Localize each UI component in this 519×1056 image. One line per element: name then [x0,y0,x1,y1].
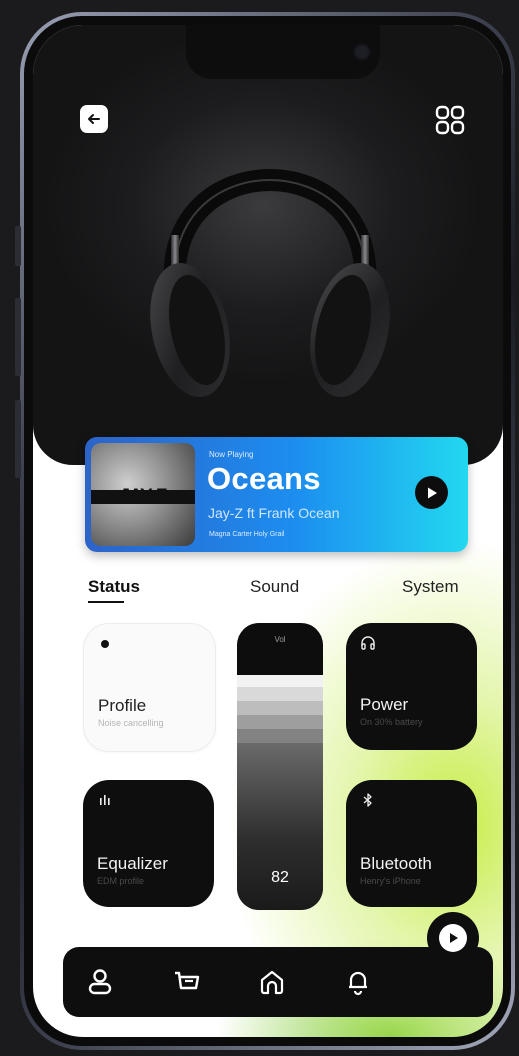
app-screen: JAY-Z Now Playing Oceans Jay-Z ft Frank … [33,25,503,1037]
now-playing-label: Now Playing [209,450,254,459]
profile-subtitle: Noise cancelling [98,718,164,728]
floating-play-button[interactable] [427,912,479,964]
side-button-mute [15,226,21,266]
tab-system[interactable]: System [402,577,459,597]
grid-menu-icon[interactable] [435,105,465,135]
play-icon [427,487,437,498]
equalizer-title: Equalizer [97,854,168,873]
song-title: Oceans [207,461,321,496]
profile-title: Profile [98,696,147,715]
equalizer-tile[interactable]: Equalizer EDM profile [83,780,214,907]
user-icon[interactable] [85,967,115,997]
power-title: Power [360,695,409,714]
bluetooth-tile[interactable]: Bluetooth Henry's iPhone [346,780,477,907]
volume-label: Vol [274,635,286,644]
bell-icon[interactable] [343,967,373,997]
radio-dot-icon [101,640,109,648]
now-playing-card[interactable]: JAY-Z Now Playing Oceans Jay-Z ft Frank … [85,437,468,552]
arrow-left-icon [88,114,100,124]
back-button[interactable] [80,105,108,133]
equalizer-subtitle: EDM profile [97,876,145,886]
artist-name: Jay-Z ft Frank Ocean [208,505,340,521]
album-art-text: JAY-Z [119,486,167,507]
phone-notch [186,25,380,79]
side-button-volume-up [15,298,21,376]
home-icon[interactable] [257,967,287,997]
power-subtitle: On 30% battery [360,717,423,727]
volume-slider[interactable]: Vol 82 [237,623,323,910]
bluetooth-icon [363,793,372,807]
bluetooth-title: Bluetooth [360,854,432,873]
volume-value: 82 [271,869,289,886]
active-tab-underline [88,601,124,603]
camera-icon [353,43,371,61]
power-tile[interactable]: Power On 30% battery [346,623,477,750]
album-name: Magna Carter Holy Grail [209,531,285,538]
headphones-image [150,169,390,397]
equalizer-icon [100,795,110,805]
headphones-icon [361,636,375,650]
tab-sound[interactable]: Sound [250,577,299,597]
tab-status[interactable]: Status [88,577,140,597]
play-button[interactable] [415,476,448,509]
bottom-navigation [63,947,493,1017]
side-button-volume-down [15,400,21,478]
profile-tile[interactable]: Profile Noise cancelling [83,623,216,752]
album-art: JAY-Z [91,443,195,546]
play-icon [450,933,458,943]
cart-icon[interactable] [172,967,202,997]
tab-bar: Status Sound System [33,577,503,607]
floating-play-inner [439,924,467,952]
hero-section [33,25,503,465]
bluetooth-subtitle: Henry's iPhone [360,876,421,886]
